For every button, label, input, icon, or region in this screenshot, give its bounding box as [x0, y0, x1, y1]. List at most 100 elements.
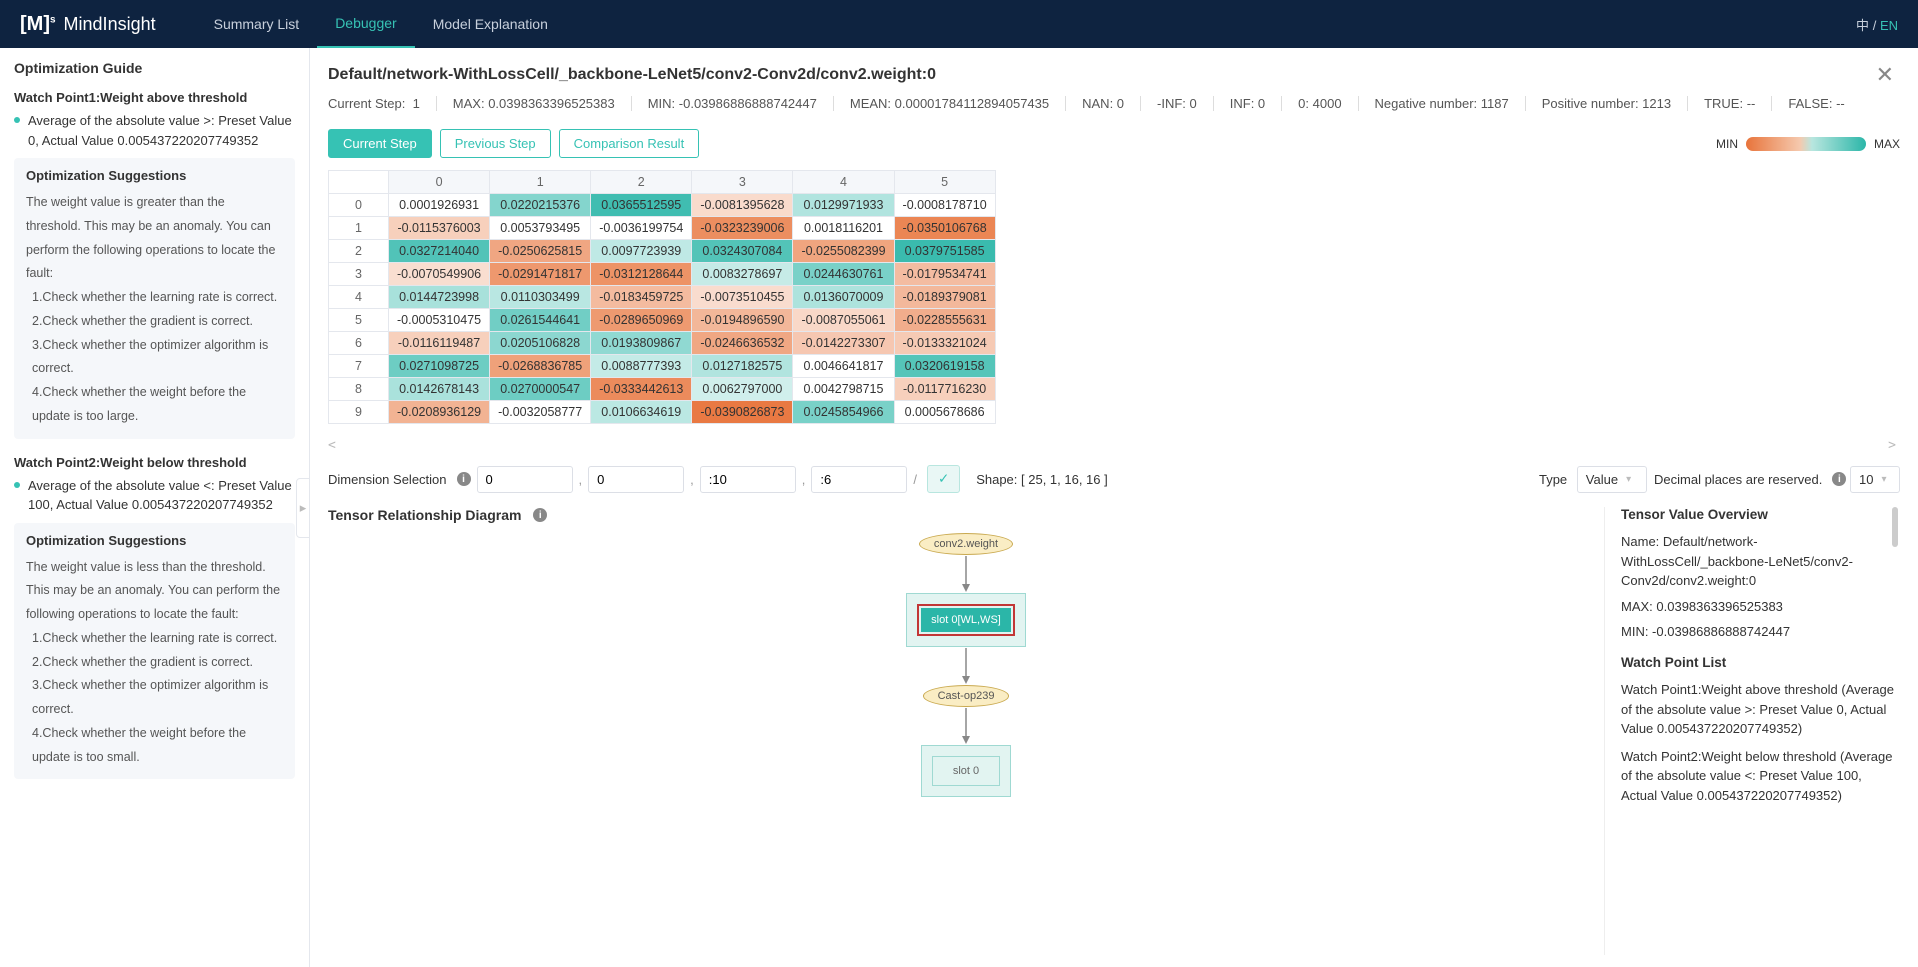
- tab-comparison-result[interactable]: Comparison Result: [559, 129, 700, 158]
- tensor-cell[interactable]: 0.0271098725: [389, 355, 490, 378]
- tensor-cell[interactable]: 0.0365512595: [591, 194, 692, 217]
- tensor-cell[interactable]: -0.0116119487: [389, 332, 490, 355]
- opt-step: 3.Check whether the optimizer algorithm …: [32, 334, 283, 382]
- tensor-cell[interactable]: -0.0073510455: [692, 286, 793, 309]
- graph-node-sink[interactable]: slot 0: [921, 745, 1011, 797]
- tensor-cell[interactable]: 0.0327214040: [389, 240, 490, 263]
- lang-switch[interactable]: 中 / EN: [1856, 15, 1898, 34]
- tensor-cell[interactable]: -0.0183459725: [591, 286, 692, 309]
- scrollbar[interactable]: [1892, 507, 1898, 547]
- tensor-cell[interactable]: -0.0333442613: [591, 378, 692, 401]
- lang-zh[interactable]: 中: [1856, 18, 1869, 33]
- close-icon[interactable]: ✕: [1870, 62, 1900, 88]
- tensor-cell[interactable]: -0.0115376003: [389, 217, 490, 240]
- watchpoint2-item[interactable]: Average of the absolute value <: Preset …: [14, 476, 295, 515]
- tensor-cell[interactable]: 0.0110303499: [490, 286, 591, 309]
- watchpoint1-item[interactable]: Average of the absolute value >: Preset …: [14, 111, 295, 150]
- dim-input-1[interactable]: [588, 466, 684, 493]
- nav-model-explanation[interactable]: Model Explanation: [415, 0, 566, 48]
- tensor-cell[interactable]: 0.0005678686: [894, 401, 995, 424]
- tensor-cell[interactable]: -0.0032058777: [490, 401, 591, 424]
- tensor-cell[interactable]: 0.0142678143: [389, 378, 490, 401]
- tensor-cell[interactable]: -0.0081395628: [692, 194, 793, 217]
- tensor-cell[interactable]: -0.0208936129: [389, 401, 490, 424]
- tensor-cell[interactable]: -0.0390826873: [692, 401, 793, 424]
- stat-mean: MEAN: 0.00001784112894057435: [850, 96, 1066, 111]
- tensor-cell[interactable]: 0.0001926931: [389, 194, 490, 217]
- tensor-cell[interactable]: 0.0106634619: [591, 401, 692, 424]
- tensor-cell[interactable]: 0.0062797000: [692, 378, 793, 401]
- lang-en[interactable]: EN: [1880, 18, 1898, 33]
- tensor-cell[interactable]: -0.0005310475: [389, 309, 490, 332]
- tab-previous-step[interactable]: Previous Step: [440, 129, 551, 158]
- tensor-cell[interactable]: 0.0018116201: [793, 217, 894, 240]
- info-icon[interactable]: i: [457, 472, 471, 486]
- tensor-cell[interactable]: -0.0228555631: [894, 309, 995, 332]
- sidebar-collapse-handle[interactable]: ▸: [296, 478, 310, 538]
- dim-input-2[interactable]: [700, 466, 796, 493]
- tensor-cell[interactable]: 0.0193809867: [591, 332, 692, 355]
- stat-neg-inf: -INF: 0: [1157, 96, 1214, 111]
- tensor-cell[interactable]: -0.0008178710: [894, 194, 995, 217]
- tensor-cell[interactable]: 0.0379751585: [894, 240, 995, 263]
- tensor-cell[interactable]: -0.0142273307: [793, 332, 894, 355]
- tensor-cell[interactable]: -0.0179534741: [894, 263, 995, 286]
- tensor-cell[interactable]: 0.0320619158: [894, 355, 995, 378]
- tensor-cell[interactable]: 0.0083278697: [692, 263, 793, 286]
- watchpoint-list-item[interactable]: Watch Point2:Weight below threshold (Ave…: [1621, 747, 1900, 806]
- tensor-cell[interactable]: -0.0312128644: [591, 263, 692, 286]
- tensor-cell[interactable]: 0.0220215376: [490, 194, 591, 217]
- dim-input-3[interactable]: [811, 466, 907, 493]
- tensor-cell[interactable]: -0.0246636532: [692, 332, 793, 355]
- tensor-cell[interactable]: 0.0205106828: [490, 332, 591, 355]
- watchpoint2-title: Watch Point2:Weight below threshold: [14, 455, 295, 470]
- tensor-cell[interactable]: 0.0097723939: [591, 240, 692, 263]
- tensor-cell[interactable]: 0.0042798715: [793, 378, 894, 401]
- tensor-cell[interactable]: 0.0046641817: [793, 355, 894, 378]
- tensor-cell[interactable]: -0.0133321024: [894, 332, 995, 355]
- tensor-cell[interactable]: 0.0270000547: [490, 378, 591, 401]
- top-nav: Summary List Debugger Model Explanation: [196, 0, 566, 48]
- decimal-select[interactable]: 10▾: [1850, 466, 1900, 493]
- tensor-cell[interactable]: -0.0255082399: [793, 240, 894, 263]
- tensor-cell[interactable]: -0.0087055061: [793, 309, 894, 332]
- nav-summary-list[interactable]: Summary List: [196, 0, 318, 48]
- tensor-cell[interactable]: 0.0244630761: [793, 263, 894, 286]
- color-legend: MIN MAX: [1716, 137, 1900, 151]
- tensor-cell[interactable]: 0.0053793495: [490, 217, 591, 240]
- optimization-sidebar: Optimization Guide Watch Point1:Weight a…: [0, 48, 310, 967]
- tensor-cell[interactable]: 0.0127182575: [692, 355, 793, 378]
- tensor-cell[interactable]: -0.0289650969: [591, 309, 692, 332]
- arrow-down-icon: [960, 555, 972, 593]
- tensor-cell[interactable]: -0.0250625815: [490, 240, 591, 263]
- nav-debugger[interactable]: Debugger: [317, 0, 415, 48]
- tensor-cell[interactable]: 0.0129971933: [793, 194, 894, 217]
- tensor-cell[interactable]: 0.0261544641: [490, 309, 591, 332]
- tensor-cell[interactable]: -0.0291471817: [490, 263, 591, 286]
- tensor-cell[interactable]: -0.0194896590: [692, 309, 793, 332]
- tensor-cell[interactable]: -0.0268836785: [490, 355, 591, 378]
- dim-input-0[interactable]: [477, 466, 573, 493]
- tab-current-step[interactable]: Current Step: [328, 129, 432, 158]
- info-icon[interactable]: i: [533, 508, 547, 522]
- tensor-cell[interactable]: 0.0088777393: [591, 355, 692, 378]
- tensor-cell[interactable]: -0.0070549906: [389, 263, 490, 286]
- tensor-cell[interactable]: -0.0117716230: [894, 378, 995, 401]
- graph-node-selected[interactable]: slot 0[WL,WS]: [906, 593, 1026, 647]
- tensor-cell[interactable]: -0.0189379081: [894, 286, 995, 309]
- type-select[interactable]: Value▾: [1577, 466, 1647, 493]
- watchpoint-list-item[interactable]: Watch Point1:Weight above threshold (Ave…: [1621, 680, 1900, 739]
- tensor-cell[interactable]: -0.0036199754: [591, 217, 692, 240]
- horizontal-scroll-hint[interactable]: <>: [310, 432, 1918, 459]
- shape-label: Shape: [ 25, 1, 16, 16 ]: [976, 472, 1108, 487]
- info-icon[interactable]: i: [1832, 472, 1846, 486]
- tensor-cell[interactable]: 0.0324307084: [692, 240, 793, 263]
- tensor-cell[interactable]: 0.0136070009: [793, 286, 894, 309]
- graph-node-source[interactable]: conv2.weight: [919, 533, 1013, 555]
- tensor-cell[interactable]: 0.0245854966: [793, 401, 894, 424]
- tensor-cell[interactable]: 0.0144723998: [389, 286, 490, 309]
- apply-dimension-button[interactable]: ✓: [927, 465, 960, 493]
- graph-node-op[interactable]: Cast-op239: [923, 685, 1010, 707]
- tensor-cell[interactable]: -0.0350106768: [894, 217, 995, 240]
- tensor-cell[interactable]: -0.0323239006: [692, 217, 793, 240]
